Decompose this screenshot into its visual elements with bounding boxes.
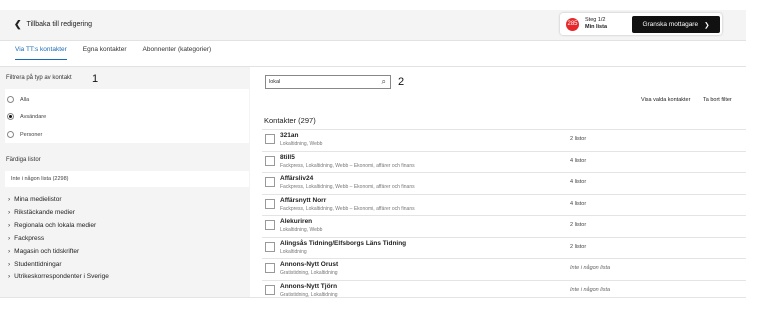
contact-row: Alingsås Tidning/Elfsborgs Läns Tidning … [262, 236, 746, 259]
radio-all-label: Alla [20, 96, 30, 103]
contact-category: Fackpress, Lokaltidning, Webb – Ekonomi,… [280, 184, 415, 190]
category-foreign-correspondents[interactable]: › Utrikeskorrespondenter i Sverige [8, 273, 109, 280]
radio-persons-label: Personer [20, 131, 43, 138]
ready-lists-select[interactable]: Inte i någon lista (2298) [5, 171, 249, 187]
chevron-right-icon: › [8, 273, 11, 280]
contact-checkbox[interactable] [265, 241, 275, 252]
contact-category: Lokaltidning [280, 248, 307, 255]
contact-category: Fackpress, Lokaltidning, Webb – Ekonomi,… [280, 205, 415, 212]
search-input[interactable]: lokal ⌕ [265, 75, 391, 89]
review-label: Granska mottagare [642, 21, 699, 28]
contact-lists: 2 listor [570, 222, 587, 228]
radio-sender-label: Avsändare [20, 113, 47, 120]
annotation-number-2: 2 [398, 76, 405, 88]
category-label: Utrikeskorrespondenter i Sverige [14, 273, 109, 280]
category-regional-local-media[interactable]: › Regionala och lokala medier [8, 222, 96, 229]
chevron-right-icon: ❯ [704, 21, 710, 29]
contact-category: Fackpress, Lokaltidning, Webb – Ekonomi,… [280, 162, 415, 169]
category-magazines[interactable]: › Magasin och tidskrifter [8, 248, 79, 255]
review-recipients-button[interactable]: Granska mottagare ❯ [632, 16, 720, 33]
contact-lists: 2 listor [570, 243, 587, 250]
radio-circle-icon [7, 131, 14, 138]
radio-selected-icon [7, 113, 14, 120]
category-label: Regionala och lokala medier [14, 222, 97, 229]
contact-row: Annons-Nytt Orust Gratistidning, Lokalti… [262, 258, 746, 280]
step-label: Steg 1/2 [585, 17, 606, 23]
category-my-media-lists[interactable]: › Mina medielistor [8, 196, 62, 203]
contact-name: Alekuriren [280, 218, 313, 225]
category-national-media[interactable]: › Rikstäckande medier [8, 209, 75, 216]
contact-checkbox[interactable] [265, 220, 275, 230]
contact-name: Affärsliv24 [280, 175, 314, 182]
show-selected-link[interactable]: Visa valda kontakter [641, 97, 690, 103]
contact-row: Affärsnytt Norr Fackpress, Lokaltidning,… [262, 193, 746, 216]
radio-sender[interactable]: Avsändare [7, 113, 46, 120]
contacts-title: Kontakter (297) [264, 116, 316, 125]
contact-checkbox[interactable] [265, 284, 275, 295]
contact-category: Gratistidning, Lokaltidning [280, 270, 338, 276]
category-student-papers[interactable]: › Studenttidningar [8, 261, 62, 268]
chevron-right-icon: › [8, 248, 11, 255]
step-panel: 285 Steg 1/2 Min lista Granska mottagare… [560, 13, 722, 35]
contact-category: Lokaltidning, Webb [280, 227, 323, 233]
category-label: Mina medielistor [14, 196, 62, 203]
contact-lists: 4 listor [570, 200, 587, 207]
chevron-right-icon: › [8, 209, 11, 216]
contact-row: Alekuriren Lokaltidning, Webb 2 listor [262, 215, 746, 237]
radio-persons[interactable]: Personer [7, 131, 42, 138]
contact-lists: 4 listor [570, 179, 587, 185]
radio-all[interactable]: Alla [7, 96, 29, 103]
chevron-right-icon: › [8, 222, 11, 229]
filter-title: Filtrera på typ av kontakt [6, 75, 72, 81]
category-label: Magasin och tidskrifter [14, 248, 80, 255]
chevron-right-icon: › [8, 235, 11, 242]
contact-name: Alingsås Tidning/Elfsborgs Läns Tidning [280, 239, 407, 247]
contact-lists: 2 listor [570, 136, 587, 142]
contact-name: Affärsnytt Norr [280, 196, 327, 204]
contact-lists: Inte i någon lista [570, 286, 611, 293]
clear-filter-link[interactable]: Ta bort filter [703, 97, 732, 103]
search-icon[interactable]: ⌕ [382, 76, 386, 88]
chevron-right-icon: › [8, 196, 11, 203]
tab-subscribers[interactable]: Abonnenter (kategorier) [143, 46, 212, 60]
contact-row: Affärsliv24 Fackpress, Lokaltidning, Web… [262, 172, 746, 194]
contact-name: 321an [280, 132, 299, 139]
contact-checkbox[interactable] [265, 263, 275, 273]
contact-checkbox[interactable] [265, 134, 275, 144]
contact-row: 321an Lokaltidning, Webb 2 listor [262, 129, 746, 151]
contact-checkbox[interactable] [265, 155, 275, 166]
category-label: Rikstäckande medier [14, 209, 75, 216]
contacts-list: 321an Lokaltidning, Webb 2 listor 8till5… [262, 129, 746, 301]
category-label: Studenttidningar [14, 261, 62, 268]
radio-circle-icon [7, 96, 14, 103]
top-bar: ❮ Tillbaka till redigering 285 Steg 1/2 … [0, 10, 746, 41]
tab-own-contacts[interactable]: Egna kontakter [83, 46, 127, 60]
search-value: lokal [269, 79, 281, 85]
back-label: Tillbaka till redigering [26, 21, 93, 28]
category-trade-press[interactable]: › Fackpress [8, 235, 44, 242]
source-tabs: Via TT:s kontakter Egna kontakter Abonne… [15, 46, 227, 60]
ready-lists-title: Färdiga listor [6, 157, 41, 163]
divider [0, 297, 746, 298]
contact-checkbox[interactable] [265, 177, 275, 187]
category-label: Fackpress [14, 235, 45, 242]
contact-name: Annons-Nytt Tjörn [280, 282, 338, 290]
chevron-right-icon: › [8, 261, 11, 268]
step-list-name: Min lista [585, 24, 608, 30]
contact-lists: 4 listor [570, 157, 587, 164]
recipient-count-badge: 285 [566, 18, 579, 31]
tab-tt-contacts[interactable]: Via TT:s kontakter [15, 46, 67, 60]
annotation-number-1: 1 [92, 73, 99, 85]
step-indicator: Steg 1/2 Min lista [585, 17, 607, 31]
contact-row: 8till5 Fackpress, Lokaltidning, Webb – E… [262, 150, 746, 173]
back-button[interactable]: ❮ Tillbaka till redigering [14, 19, 92, 30]
contact-lists: Inte i någon lista [570, 265, 611, 271]
contact-checkbox[interactable] [265, 198, 275, 209]
contact-name: 8till5 [280, 153, 295, 161]
chevron-left-icon: ❮ [14, 19, 22, 29]
contact-category: Lokaltidning, Webb [280, 141, 323, 147]
contact-name: Annons-Nytt Orust [280, 261, 339, 268]
